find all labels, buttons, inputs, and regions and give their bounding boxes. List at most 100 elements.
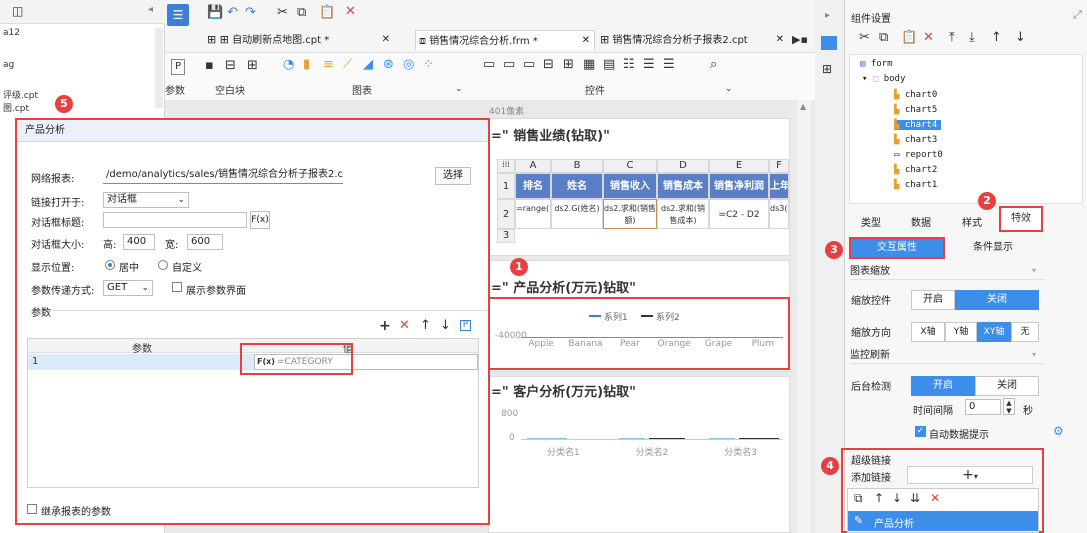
widget-list-icon[interactable]: ☷ [623, 58, 635, 72]
widget-radio-icon[interactable]: ☰ [643, 58, 655, 72]
grid-cell[interactable]: 姓名 [551, 173, 603, 199]
redo-icon[interactable]: ↷ [245, 6, 256, 20]
blank-block-icon-2[interactable]: ⊟ [225, 59, 236, 73]
widget-date-icon[interactable]: ⊞ [563, 58, 574, 72]
cut-icon[interactable]: ✂ [859, 30, 870, 45]
interval-input[interactable]: 0 [965, 399, 1001, 415]
formula-icon[interactable]: F(x) [250, 211, 270, 229]
area-chart-icon[interactable]: ◢ [363, 58, 373, 72]
list-item[interactable]: ✎ 产品分析 [848, 511, 1038, 531]
stepper-icon[interactable]: ▲ ▼ [1003, 398, 1015, 415]
select-button[interactable]: 选择 [435, 167, 471, 185]
grid-cell[interactable]: =range() [515, 199, 551, 229]
tab-autorefresh[interactable]: ⊞ ⊞ 自动刷新点地图.cpt * ✕ [207, 30, 392, 50]
tab-data[interactable]: 数据 [911, 214, 931, 229]
expand-icon[interactable]: ⤢ [1073, 8, 1082, 22]
tab-style[interactable]: 样式 [962, 214, 982, 229]
pie-chart-icon[interactable]: ◔ [283, 58, 294, 72]
sort-icon[interactable]: ⇊ [910, 491, 920, 505]
tab-effects[interactable]: 特效 [999, 206, 1043, 232]
grid-cell[interactable]: ds2.求和(销售成本) [657, 199, 709, 229]
delete-icon[interactable]: ✕ [345, 5, 356, 19]
delete-icon[interactable]: ✕ [930, 491, 940, 505]
zoom-off-button[interactable]: 关闭 [955, 290, 1039, 310]
section-hyperlink[interactable]: 超级链接 [851, 452, 891, 467]
copy-icon[interactable]: ⧉ [854, 491, 863, 506]
scrollbar[interactable] [155, 28, 163, 108]
chevron-down-icon[interactable]: ▾ [1032, 350, 1036, 359]
zoom-on-button[interactable]: 开启 [911, 290, 955, 310]
tree-node-chart2[interactable]: ▙ chart2 [894, 165, 937, 175]
arrow-up-icon[interactable]: ↑ [874, 491, 884, 505]
inherit-params-checkbox[interactable] [27, 504, 37, 514]
section-zoom[interactable]: 图表缩放 [850, 264, 1045, 280]
tab-sub-report[interactable]: ⊞ 销售情况综合分析子报表2.cpt ✕ [600, 30, 790, 50]
blank-block-icon-3[interactable]: ⊞ [247, 59, 258, 73]
chevron-down-icon[interactable]: ▾ [1032, 266, 1036, 275]
file-item[interactable]: a12 [3, 28, 20, 38]
radar-chart-icon[interactable]: ⊛ [383, 58, 394, 72]
section-monitor[interactable]: 监控刷新 [850, 348, 1045, 364]
grid-cell[interactable]: 销售净利润 [709, 173, 769, 199]
delete-icon[interactable]: ✕ [923, 30, 934, 45]
radio-custom[interactable] [158, 260, 168, 270]
grid-cell[interactable]: ds3(销 [769, 199, 789, 229]
radio-center[interactable] [105, 260, 115, 270]
tree-node-chart1[interactable]: ▙ chart1 [894, 180, 937, 190]
zoom-dir-y[interactable]: Y轴 [945, 322, 977, 342]
grid-row-header[interactable]: 2 [497, 199, 515, 229]
bg-off-button[interactable]: 关闭 [975, 376, 1039, 396]
tree-node-chart4[interactable]: ▙ chart4 [894, 120, 942, 130]
file-item[interactable]: 评级.cpt [3, 88, 38, 101]
widget-textbox-icon[interactable]: ▭ [483, 58, 495, 72]
paste-icon[interactable]: 📋 [901, 30, 917, 45]
subtab-interaction[interactable]: 交互属性 [849, 237, 945, 259]
move-bottom-icon[interactable]: ⤓ [969, 30, 975, 45]
tree-node-report0[interactable]: ▭ report0 [894, 150, 943, 160]
grid-cell[interactable]: =C2 - D2 [709, 199, 769, 229]
gear-icon[interactable]: ⚙ [1053, 424, 1064, 438]
grid-col-header[interactable]: D [657, 159, 709, 173]
tab-sales-frm[interactable]: ⧈ 销售情况综合分析.frm * ✕ [415, 30, 595, 50]
tree-node-chart5[interactable]: ▙ chart5 [894, 105, 937, 115]
stacked-chart-icon[interactable]: ≡ [323, 58, 334, 72]
grid-col-header[interactable]: F [769, 159, 789, 173]
delete-icon[interactable]: ✕ [399, 318, 410, 333]
grid-col-header[interactable]: E [709, 159, 769, 173]
grid-row-header[interactable]: 3 [497, 229, 515, 243]
copy-icon[interactable]: ⧉ [879, 30, 888, 45]
arrow-up-icon[interactable]: ↑ [420, 318, 431, 333]
collapse-icon[interactable]: ◫ [12, 4, 23, 18]
file-menu-icon[interactable]: ☰ [167, 4, 189, 26]
tree-node-chart0[interactable]: ▙ chart0 [894, 90, 937, 100]
gauge-chart-icon[interactable]: ◎ [403, 58, 414, 72]
tree-node-body[interactable]: ▾ □ body [862, 74, 905, 84]
grid-cell[interactable]: 排名 [515, 173, 551, 199]
grid-col-header[interactable]: C [603, 159, 657, 173]
grid-cell[interactable]: 销售收入 [603, 173, 657, 199]
widget-combo-icon[interactable]: ⊟ [543, 58, 554, 72]
widget-number-icon[interactable]: ▤ [603, 58, 615, 72]
canvas-scrollbar[interactable]: ▲ [797, 100, 811, 533]
grid-cell[interactable]: ds2.求和(销售额) [603, 199, 657, 229]
grid-col-header[interactable]: B [551, 159, 603, 173]
arrow-down-icon[interactable]: ↓ [440, 318, 451, 333]
widget-label-icon[interactable]: ▭ [503, 58, 515, 72]
auto-hint-checkbox[interactable]: ✓ [915, 426, 926, 437]
layout-icon[interactable]: ⊞ [822, 62, 832, 76]
scroll-left-icon[interactable]: ◂ [148, 4, 153, 15]
param-import-icon[interactable]: P [460, 320, 471, 331]
component-settings-icon[interactable] [821, 36, 837, 50]
parameter-widget-icon[interactable]: P [171, 59, 185, 75]
report-block-sales[interactable]: =" 销售业绩(钻取)" ⁞⁞⁞ A B C D E F 1 排名 姓名 销售收… [488, 118, 790, 256]
chart-block-customer[interactable]: =" 客户分析(万元)钻取" 800 0 分类名1 分类名2 分类名3 [488, 376, 790, 533]
grid-col-header[interactable]: A [515, 159, 551, 173]
move-up-icon[interactable]: ↑ [991, 30, 1002, 45]
undo-icon[interactable]: ↶ [227, 6, 238, 20]
copy-icon[interactable]: ⧉ [297, 6, 306, 20]
file-item[interactable]: ag [3, 60, 14, 70]
dialog-title-input[interactable] [103, 212, 247, 228]
paste-icon[interactable]: 📋 [319, 6, 335, 20]
widget-calendar-icon[interactable]: ▦ [583, 58, 595, 72]
subtab-condition[interactable]: 条件显示 [947, 238, 1039, 258]
